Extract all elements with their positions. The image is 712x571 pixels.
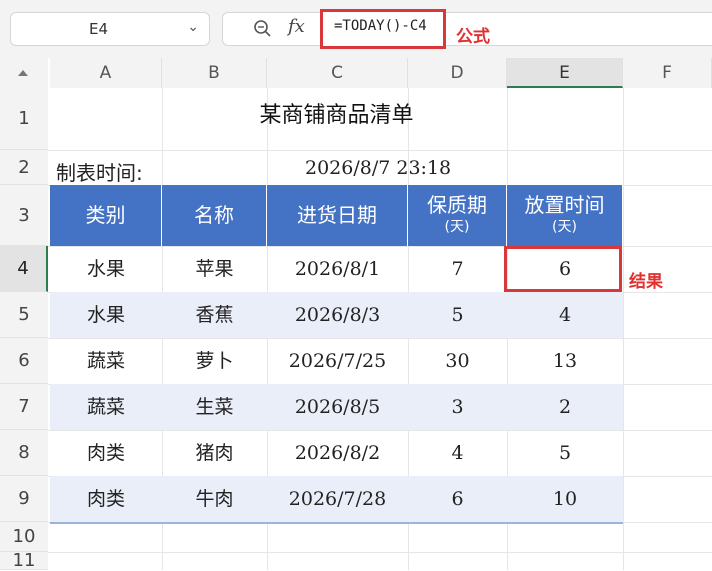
header-purchase-date: 进货日期: [267, 185, 408, 246]
table-cell[interactable]: 2026/7/25: [267, 338, 408, 384]
table-cell[interactable]: 13: [507, 338, 623, 384]
header-label: 类别: [85, 203, 126, 227]
formula-annotation: 公式: [456, 27, 490, 47]
table-cell[interactable]: 2: [507, 384, 623, 430]
date-label: 制表时间:: [56, 161, 143, 185]
table-cell[interactable]: 生菜: [162, 384, 267, 430]
table-cell[interactable]: 苹果: [162, 246, 267, 292]
row-header-2[interactable]: 2: [0, 150, 48, 185]
table-cell[interactable]: 蔬菜: [50, 338, 162, 384]
row-header-11[interactable]: 11: [0, 552, 48, 570]
column-header-b[interactable]: B: [162, 58, 267, 88]
table-cell[interactable]: 2026/8/2: [267, 430, 408, 476]
header-name: 名称: [162, 185, 267, 246]
grid-line-v: [623, 88, 624, 570]
table-bottom-border: [50, 522, 623, 524]
header-label: 名称: [194, 203, 234, 227]
row-header-4[interactable]: 4: [0, 246, 48, 292]
column-header-a[interactable]: A: [50, 58, 162, 88]
column-header-f[interactable]: F: [623, 58, 712, 88]
row-header-6[interactable]: 6: [0, 338, 48, 384]
grid-line-h: [48, 150, 712, 151]
header-category: 类别: [50, 185, 162, 246]
column-header-e[interactable]: E: [507, 58, 623, 88]
formula-text[interactable]: =TODAY()-C4: [334, 18, 427, 34]
row-header-5[interactable]: 5: [0, 292, 48, 338]
table-cell[interactable]: 肉类: [50, 430, 162, 476]
table-cell[interactable]: 2026/8/5: [267, 384, 408, 430]
column-header-d[interactable]: D: [408, 58, 507, 88]
grid-line-h: [48, 552, 712, 553]
row-header-7[interactable]: 7: [0, 384, 48, 430]
row-header-9[interactable]: 9: [0, 476, 48, 522]
table-cell[interactable]: 牛肉: [162, 476, 267, 522]
result-highlight-box: [504, 246, 622, 292]
table-cell[interactable]: 猪肉: [162, 430, 267, 476]
table-cell[interactable]: 10: [507, 476, 623, 522]
chevron-down-icon[interactable]: ⌄: [187, 19, 199, 35]
table-cell[interactable]: 2026/7/28: [267, 476, 408, 522]
column-header-c[interactable]: C: [267, 58, 408, 88]
table-cell[interactable]: 肉类: [50, 476, 162, 522]
table-cell[interactable]: 6: [408, 476, 507, 522]
table-cell[interactable]: 7: [408, 246, 507, 292]
result-annotation: 结果: [629, 272, 663, 292]
select-all-icon: [18, 70, 28, 76]
header-label: 放置时间: [524, 193, 605, 217]
table-cell[interactable]: 4: [408, 430, 507, 476]
fx-icon[interactable]: fx: [288, 16, 305, 37]
table-cell[interactable]: 水果: [50, 292, 162, 338]
header-unit: (天): [552, 219, 577, 235]
table-cell[interactable]: 萝卜: [162, 338, 267, 384]
table-cell[interactable]: 香蕉: [162, 292, 267, 338]
table-cell[interactable]: 30: [408, 338, 507, 384]
table-cell[interactable]: 5: [507, 430, 623, 476]
row-header-3[interactable]: 3: [0, 185, 48, 246]
name-box[interactable]: E4 ⌄: [10, 12, 210, 46]
table-cell[interactable]: 2026/8/1: [267, 246, 408, 292]
date-value: 2026/8/7 23:18: [305, 157, 452, 179]
row-header-1[interactable]: 1: [0, 88, 48, 150]
table-cell[interactable]: 2026/8/3: [267, 292, 408, 338]
header-storage-time: 放置时间 (天): [507, 185, 623, 246]
table-cell[interactable]: 水果: [50, 246, 162, 292]
row-header-10[interactable]: 10: [0, 522, 48, 552]
table-cell[interactable]: 4: [507, 292, 623, 338]
cell-reference: E4: [88, 20, 109, 38]
sheet-title: 某商铺商品清单: [259, 103, 414, 128]
zoom-icon[interactable]: [252, 18, 272, 38]
header-label: 进货日期: [297, 203, 377, 227]
table-cell[interactable]: 3: [408, 384, 507, 430]
header-label: 保质期: [427, 193, 487, 217]
row-header-8[interactable]: 8: [0, 430, 48, 476]
table-cell[interactable]: 5: [408, 292, 507, 338]
table-cell[interactable]: 蔬菜: [50, 384, 162, 430]
header-unit: (天): [444, 219, 470, 235]
header-shelf-life: 保质期 (天): [408, 185, 507, 246]
